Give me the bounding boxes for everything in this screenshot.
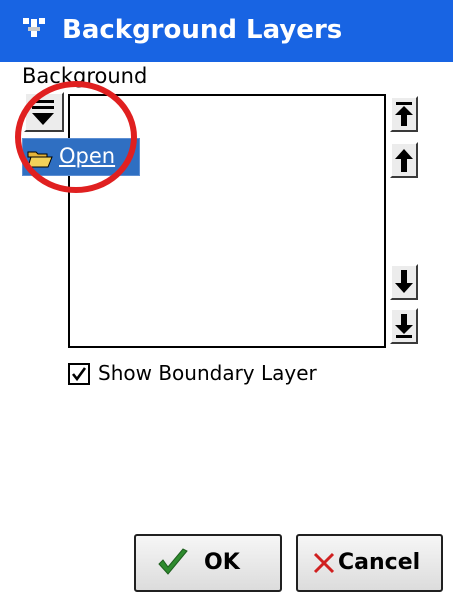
menu-item-open-label: Open: [59, 144, 116, 168]
move-down-button[interactable]: [390, 264, 418, 300]
layer-menu-button[interactable]: [24, 92, 64, 132]
x-icon: [313, 552, 335, 574]
show-boundary-checkbox[interactable]: [68, 363, 90, 385]
background-layer-list[interactable]: [68, 94, 386, 348]
move-up-button[interactable]: [390, 142, 418, 178]
background-section-label: Background: [22, 64, 148, 88]
cancel-button[interactable]: Cancel: [296, 534, 443, 592]
menu-item-open[interactable]: Open: [23, 139, 139, 175]
move-down-icon: [395, 270, 413, 293]
ok-button-label: OK: [204, 550, 240, 575]
move-to-top-icon: [395, 102, 413, 126]
menu-dropdown-icon: [32, 100, 54, 125]
window-title: Background Layers: [62, 15, 343, 45]
checkmark-icon: [71, 367, 87, 382]
cancel-button-label: Cancel: [338, 550, 421, 575]
gps-antenna-icon: [23, 18, 45, 37]
move-to-top-button[interactable]: [390, 96, 418, 132]
folder-open-icon: [27, 151, 53, 168]
move-to-bottom-icon: [395, 314, 413, 338]
ok-button[interactable]: OK: [134, 534, 282, 592]
move-to-bottom-button[interactable]: [390, 308, 418, 344]
show-boundary-label: Show Boundary Layer: [98, 361, 317, 385]
move-up-icon: [395, 149, 413, 172]
layer-popup-menu: Open: [22, 138, 140, 176]
title-bar: Background Layers: [0, 0, 453, 62]
checkmark-icon: [158, 548, 188, 575]
